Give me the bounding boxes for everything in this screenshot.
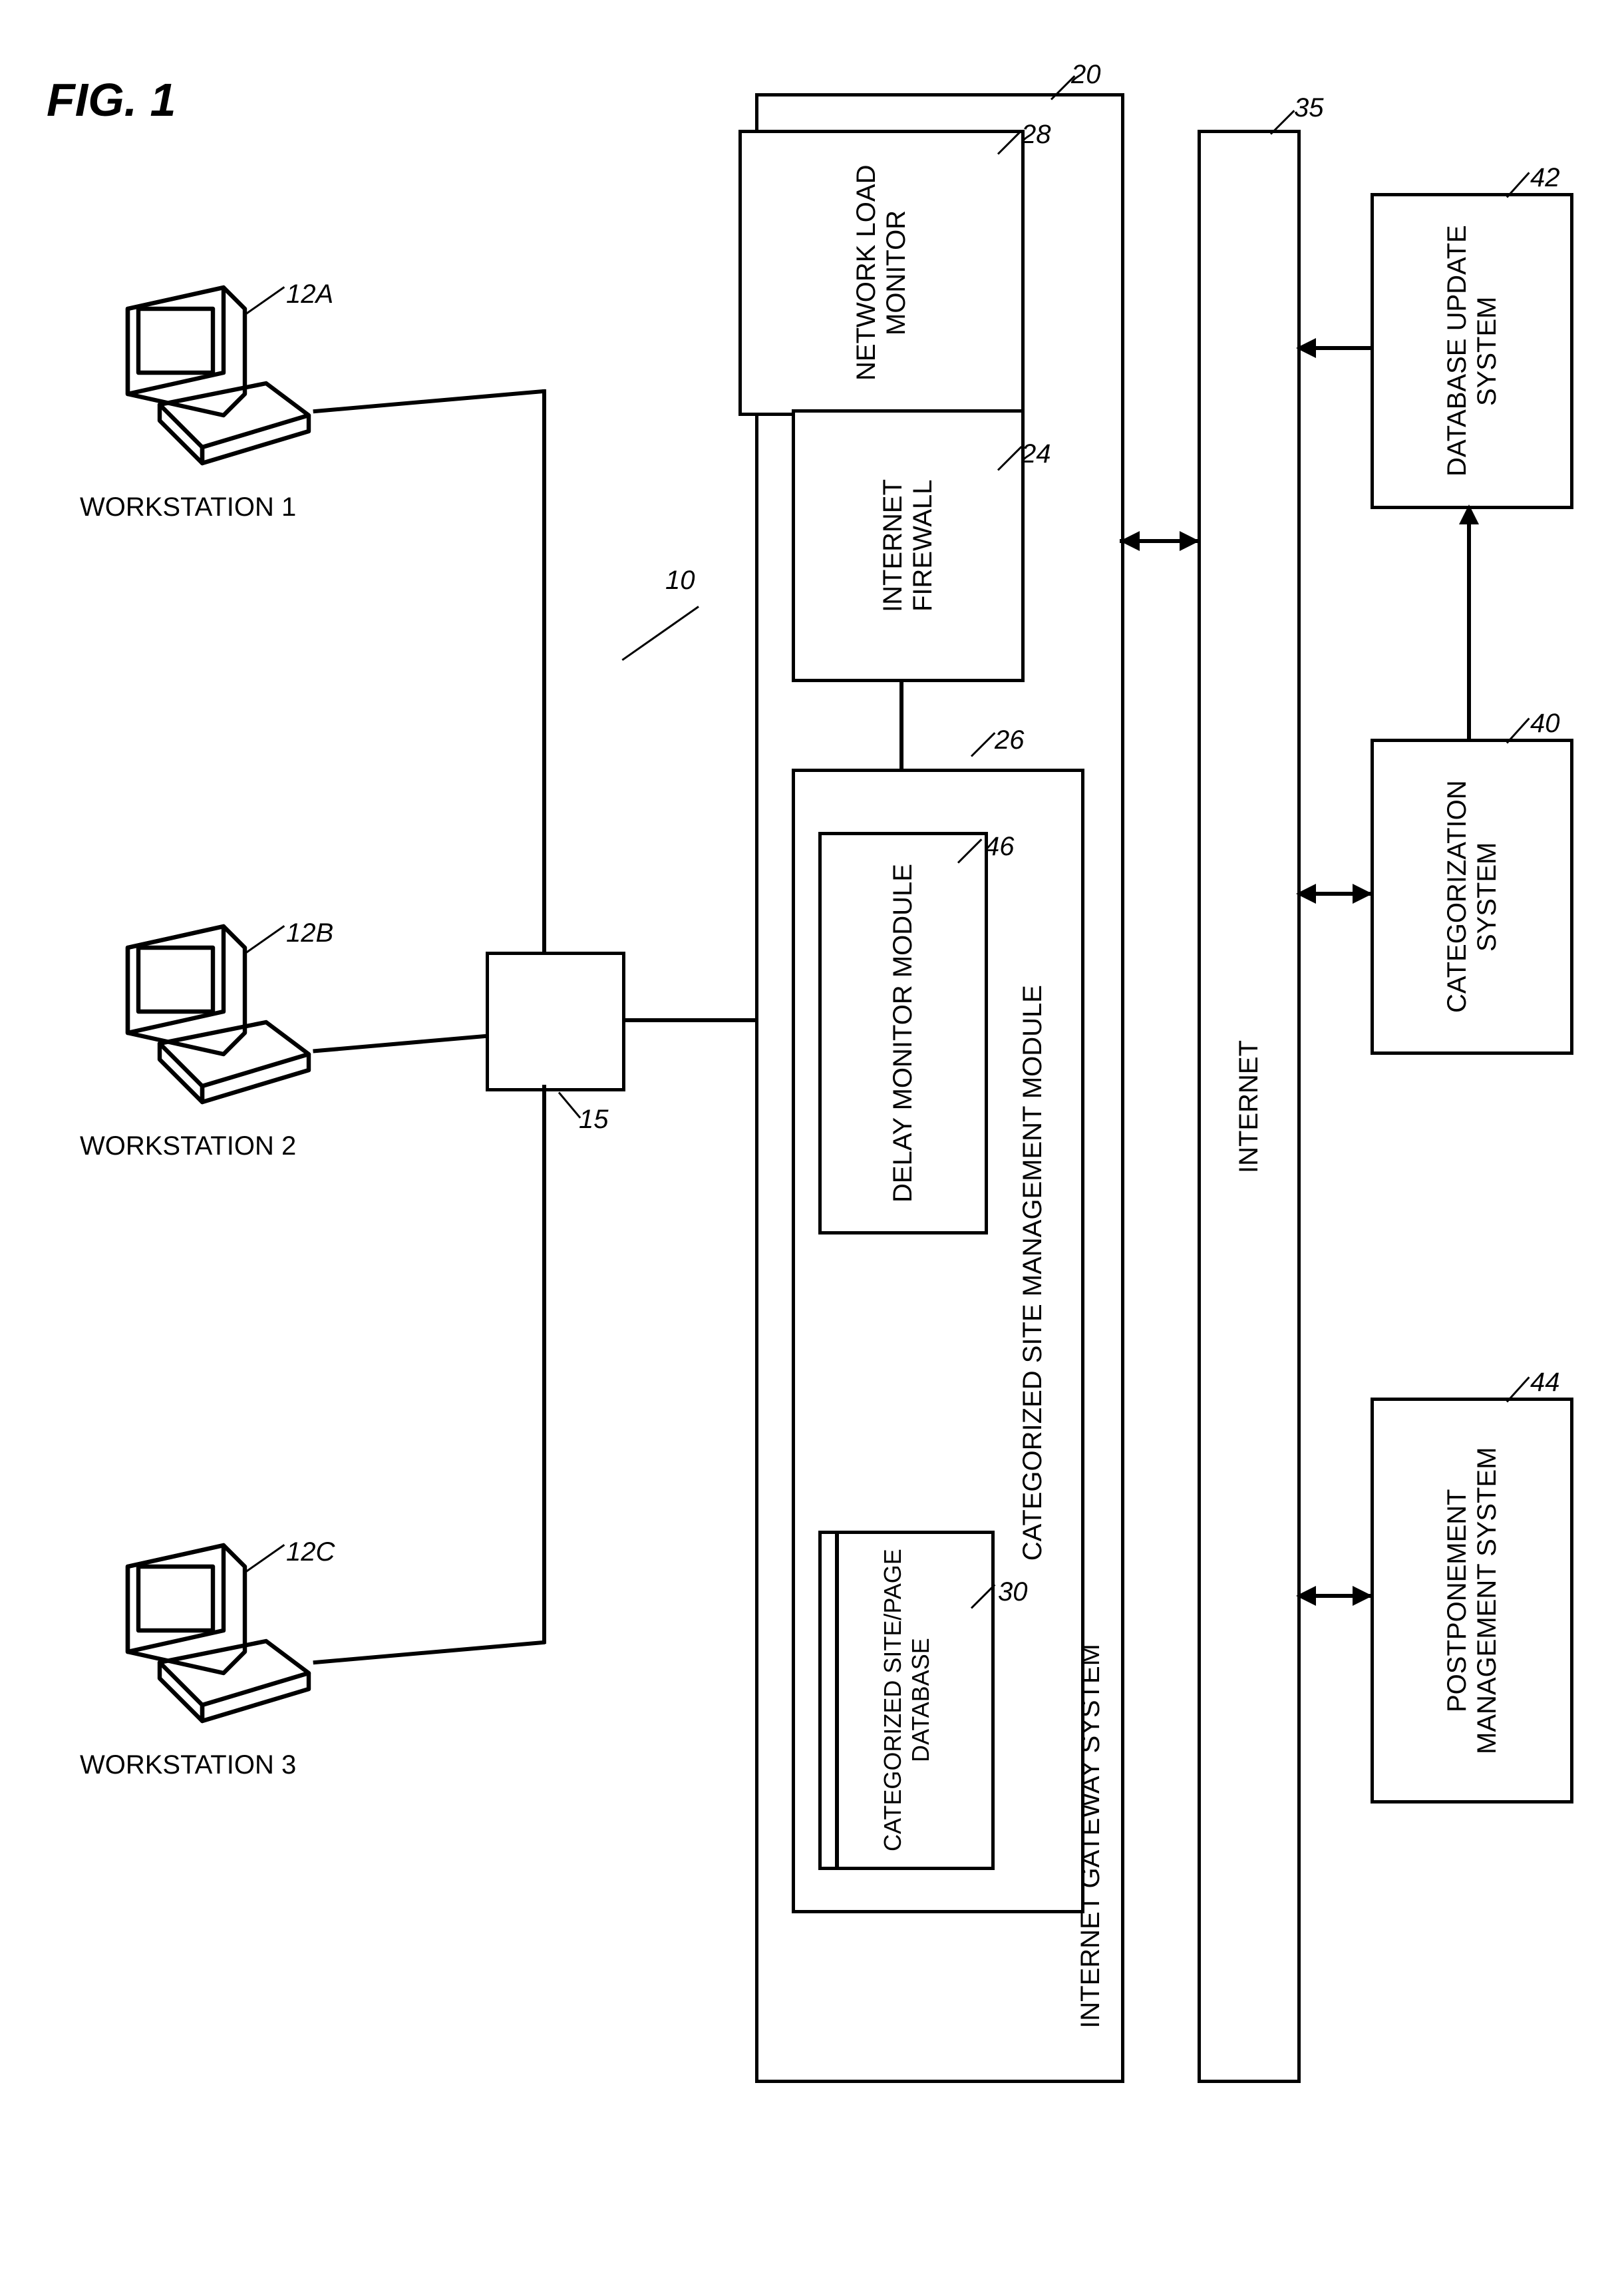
workstation-2-ref: 12B xyxy=(286,918,333,948)
fw-internet-l xyxy=(1120,531,1140,551)
catsys-label: CATEGORIZATION SYSTEM xyxy=(1442,742,1502,1051)
workstation-1-ref: 12A xyxy=(286,280,333,309)
db-label: CATEGORIZED SITE/PAGE DATABASE xyxy=(879,1534,935,1867)
workstation-2-label: WORKSTATION 2 xyxy=(80,1131,296,1161)
ws3-hub-v xyxy=(542,1085,546,1644)
dmm-ref: 46 xyxy=(985,832,1015,862)
dmm-label: DELAY MONITOR MODULE xyxy=(888,864,918,1203)
cat-internet-r xyxy=(1353,884,1373,904)
catsys-ref: 40 xyxy=(1530,709,1560,739)
pms-internet-l xyxy=(1296,1586,1316,1606)
workstation-1-label: WORKSTATION 1 xyxy=(80,492,296,522)
csmm-ref: 26 xyxy=(995,725,1025,755)
ws1-hub-v xyxy=(542,389,546,955)
dbupdate-box: DATABASE UPDATE SYSTEM xyxy=(1371,193,1573,509)
db-ref: 30 xyxy=(998,1577,1028,1607)
dmm-box: DELAY MONITOR MODULE xyxy=(818,832,988,1234)
figure-label: FIG. 1 xyxy=(47,73,176,126)
ws3-hub-h xyxy=(313,1640,545,1664)
catsys-box: CATEGORIZATION SYSTEM xyxy=(1371,739,1573,1055)
nlm-box: NETWORK LOAD MONITOR xyxy=(738,130,1025,416)
nlm-label: NETWORK LOAD MONITOR xyxy=(852,133,911,413)
hub-box xyxy=(486,952,625,1091)
db-edge xyxy=(835,1534,839,1867)
workstation-3-ref: 12C xyxy=(286,1537,335,1567)
firewall-label: INTERNET FIREWALL xyxy=(878,413,938,679)
internet-box: INTERNET xyxy=(1198,130,1301,2083)
dbu-internet-l xyxy=(1296,338,1316,358)
pms-box: POSTPONEMENT MANAGEMENT SYSTEM xyxy=(1371,1398,1573,1803)
firewall-box: INTERNET FIREWALL xyxy=(792,409,1025,682)
csmm-label: CATEGORIZED SITE MANAGEMENT MODULE xyxy=(1018,985,1048,1561)
firewall-ref: 24 xyxy=(1021,439,1051,469)
ws1-hub-h xyxy=(313,389,545,413)
workstation-3-label: WORKSTATION 3 xyxy=(80,1750,296,1780)
nlm-ref: 28 xyxy=(1021,120,1051,150)
pms-label: POSTPONEMENT MANAGEMENT SYSTEM xyxy=(1442,1401,1502,1800)
dbupdate-label: DATABASE UPDATE SYSTEM xyxy=(1442,196,1502,506)
cat-dbu-a xyxy=(1459,504,1479,524)
pms-ref: 44 xyxy=(1530,1368,1560,1398)
hub-gateway xyxy=(622,1018,755,1022)
fw-internet-r xyxy=(1180,531,1200,551)
system-ref: 10 xyxy=(665,566,695,596)
cat-internet-l xyxy=(1296,884,1316,904)
internet-label: INTERNET xyxy=(1234,1040,1264,1173)
lead-15 xyxy=(558,1092,581,1119)
hub-ref: 15 xyxy=(579,1105,609,1135)
pms-internet-r xyxy=(1353,1586,1373,1606)
cat-dbu xyxy=(1467,506,1471,742)
diagram-canvas: FIG. 1 10 WORKSTATION 1 12A WORKSTATION … xyxy=(27,27,1597,2249)
ws2-hub-h xyxy=(313,1034,489,1053)
dbupdate-ref: 42 xyxy=(1530,163,1560,193)
gateway-ref: 20 xyxy=(1071,60,1101,90)
fw-csmm xyxy=(899,679,903,772)
internet-ref: 35 xyxy=(1294,93,1324,123)
db-box: CATEGORIZED SITE/PAGE DATABASE xyxy=(818,1531,995,1870)
lead-10 xyxy=(621,606,699,661)
